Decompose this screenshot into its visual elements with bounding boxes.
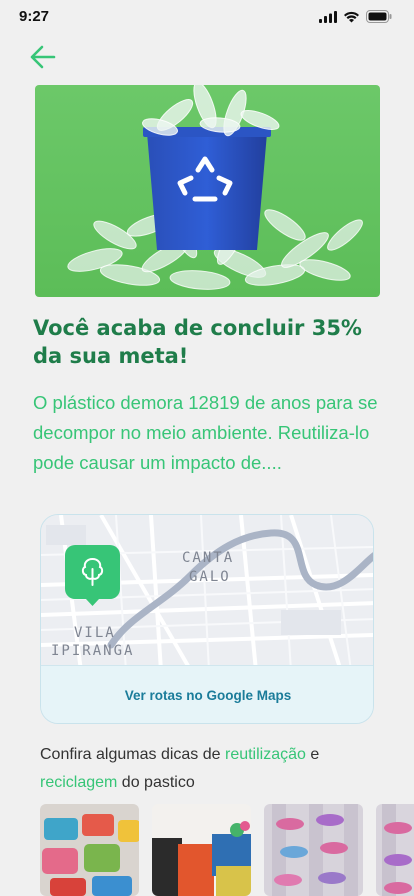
tip-thumbnail[interactable]	[40, 804, 139, 896]
thumbnail-image	[40, 804, 139, 896]
map-label-vila: VILA	[74, 625, 116, 641]
tip-thumbnail[interactable]	[152, 804, 251, 896]
back-button[interactable]	[26, 40, 60, 74]
tips-prefix: Confira algumas dicas de	[40, 746, 225, 763]
wifi-icon	[344, 11, 359, 22]
impact-description: O plástico demora 12819 de anos para se …	[33, 392, 378, 473]
tree-pin-icon	[65, 545, 120, 606]
battery-icon	[366, 10, 392, 23]
map-pin[interactable]	[65, 545, 120, 606]
recycling-bin-illustration	[35, 85, 380, 297]
goal-headline: Você acaba de concluir 35% da sua meta!	[33, 316, 362, 368]
signal-icon	[319, 10, 337, 23]
thumbnail-image	[376, 804, 414, 896]
hero-image	[35, 85, 380, 297]
tips-text: Confira algumas dicas de reutilização e …	[40, 741, 400, 797]
map-label-canta: CANTA	[182, 550, 234, 566]
tips-carousel[interactable]	[40, 804, 414, 896]
thumbnail-image	[152, 804, 251, 896]
status-icons	[319, 10, 392, 23]
status-bar: 9:27	[0, 0, 414, 34]
tip-thumbnail[interactable]	[264, 804, 363, 896]
map-label-galo: GALO	[189, 569, 231, 585]
map-label-ipiranga: IPIRANGA	[51, 643, 134, 659]
thumbnail-image	[264, 804, 363, 896]
map-card[interactable]: CANTA GALO VILA IPIRANGA Ver rotas no Go…	[40, 514, 374, 724]
tips-mid: e	[305, 746, 320, 763]
tip-thumbnail[interactable]	[376, 804, 414, 896]
google-maps-link[interactable]: Ver rotas no Google Maps	[125, 688, 292, 703]
tips-suffix: do pastico	[117, 774, 195, 791]
map-preview[interactable]: CANTA GALO VILA IPIRANGA	[41, 515, 373, 672]
status-time: 9:27	[19, 8, 50, 25]
reuse-link[interactable]: reutilização	[225, 746, 306, 763]
map-footer[interactable]: Ver rotas no Google Maps	[41, 665, 373, 723]
arrow-left-icon	[30, 45, 56, 69]
recycling-link[interactable]: reciclagem	[40, 774, 117, 791]
